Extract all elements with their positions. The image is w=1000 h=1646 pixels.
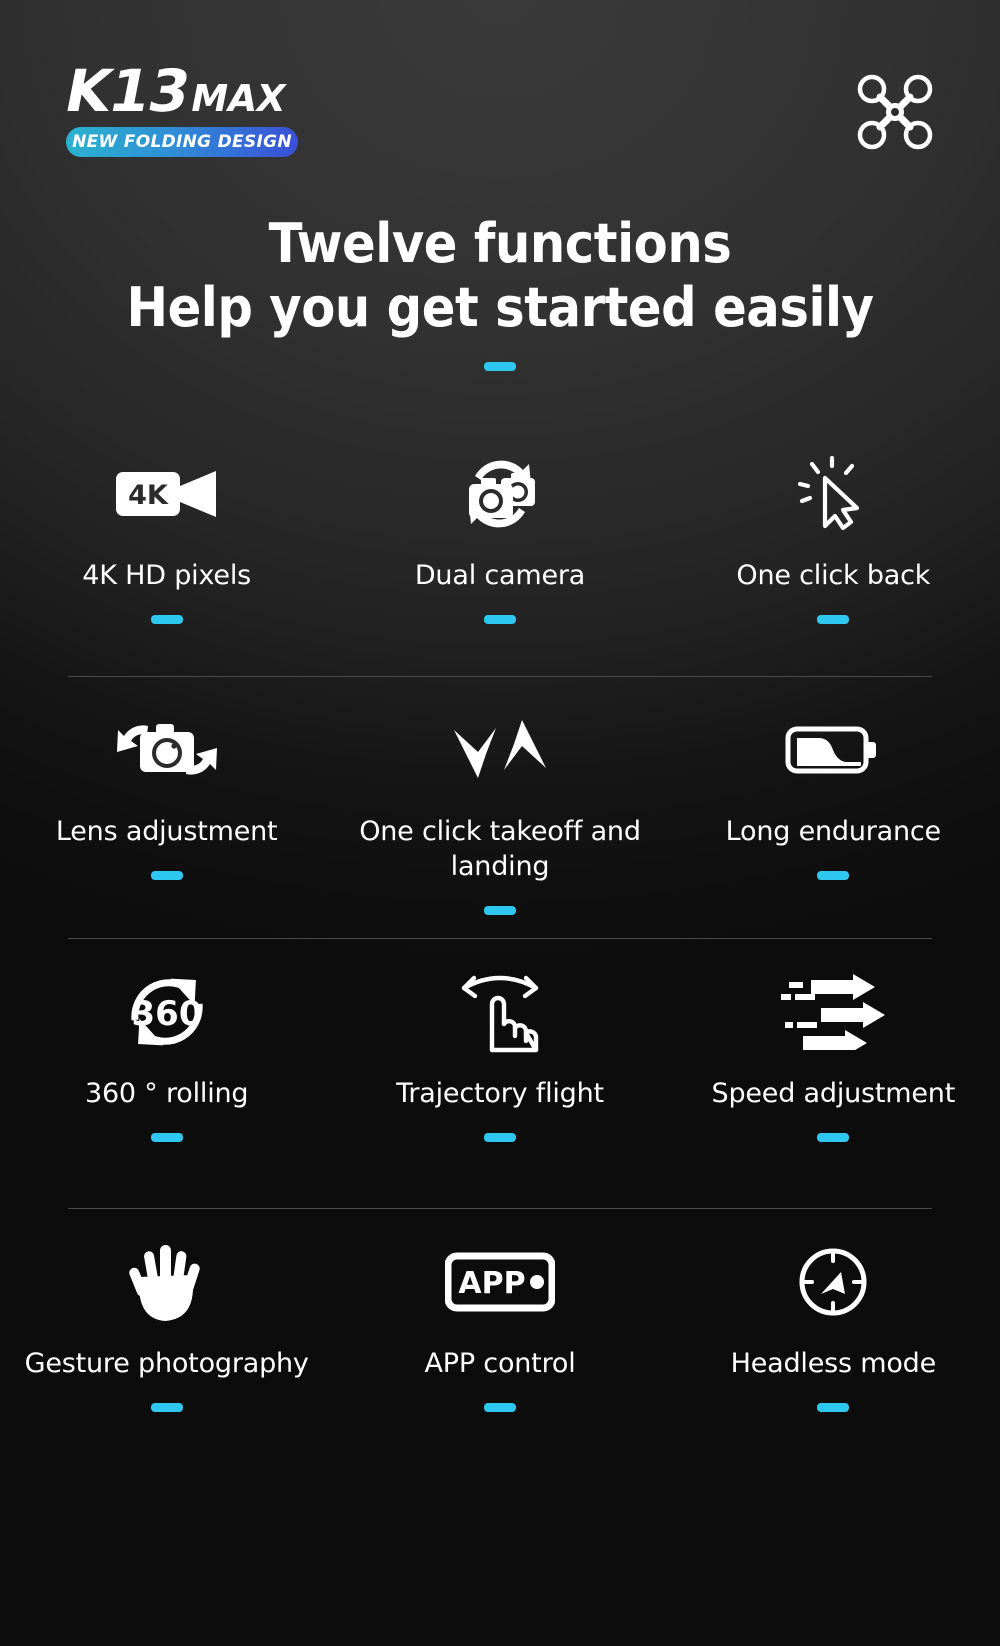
feature-label: APP control xyxy=(424,1348,576,1379)
click-cursor-icon xyxy=(798,446,868,542)
swipe-hand-icon xyxy=(448,964,552,1060)
feature-accent-dash xyxy=(483,906,516,915)
title-line-1: Twelve functions xyxy=(268,212,732,275)
takeoff-landing-arrows-icon xyxy=(448,702,552,798)
feature-cell-dual-camera[interactable]: Dual camera xyxy=(333,420,666,676)
feature-label: Headless mode xyxy=(730,1348,937,1379)
feature-grid: 4K 4K HD pixels Dual camera One click ba… xyxy=(0,420,1000,1466)
feature-cell-long-endurance[interactable]: Long endurance xyxy=(667,676,1000,938)
feature-cell-4k-hd-pixels[interactable]: 4K 4K HD pixels xyxy=(0,420,333,676)
feature-cell-one-click-back[interactable]: One click back xyxy=(667,420,1000,676)
open-hand-icon xyxy=(128,1234,205,1330)
video-4k-icon: 4K xyxy=(115,446,219,542)
feature-accent-dash xyxy=(817,1133,850,1142)
feature-label: Long endurance xyxy=(725,816,942,847)
feature-cell-headless-mode[interactable]: Headless mode xyxy=(667,1208,1000,1466)
feature-row: Gesture photography APP APP control Head… xyxy=(0,1208,1000,1466)
feature-label: Gesture photography xyxy=(24,1348,309,1379)
feature-cell-trajectory-flight[interactable]: Trajectory flight xyxy=(333,938,666,1208)
svg-text:4K: 4K xyxy=(128,480,169,511)
feature-cell-gesture-photography[interactable]: Gesture photography xyxy=(0,1208,333,1466)
rotate-360-icon: 360 xyxy=(115,964,219,1060)
feature-label: Trajectory flight xyxy=(396,1078,604,1109)
logo-suffix-text: MAX xyxy=(187,77,290,120)
feature-accent-dash xyxy=(817,615,850,624)
feature-cell-lens-adjustment[interactable]: Lens adjustment xyxy=(0,676,333,938)
app-tablet-icon: APP xyxy=(444,1234,555,1330)
feature-label: Speed adjustment xyxy=(711,1078,956,1109)
feature-accent-dash xyxy=(150,1403,183,1412)
drone-icon xyxy=(855,72,935,152)
feature-cell-360-rolling[interactable]: 360 360 ° rolling xyxy=(0,938,333,1208)
feature-row: 360 360 ° rolling Trajectory flight Spee… xyxy=(0,938,1000,1208)
feature-label: 4K HD pixels xyxy=(82,560,252,591)
feature-label: Lens adjustment xyxy=(55,816,278,847)
feature-accent-dash xyxy=(150,871,183,880)
app-tablet-icon-text: APP xyxy=(458,1266,525,1301)
feature-accent-dash xyxy=(483,615,516,624)
rotate-360-icon-text: 360 xyxy=(131,994,202,1034)
feature-label: One click back xyxy=(736,560,931,591)
logo-model-text: K13 xyxy=(59,57,196,125)
title-line-2: Help you get started easily xyxy=(126,276,874,339)
badge-label: NEW FOLDING DESIGN xyxy=(72,132,292,152)
camera-rotate-icon xyxy=(114,702,220,798)
compass-icon xyxy=(797,1234,869,1330)
page-title: Twelve functions Help you get started ea… xyxy=(0,212,1000,371)
page-header: K13 MAX NEW FOLDING DESIGN xyxy=(0,0,1000,190)
product-logo: K13 MAX NEW FOLDING DESIGN xyxy=(59,57,298,157)
feature-label: Dual camera xyxy=(414,560,586,591)
feature-cell-app-control[interactable]: APP APP control xyxy=(333,1208,666,1466)
title-accent-dash xyxy=(484,362,516,371)
speed-lines-icon xyxy=(781,964,886,1060)
feature-accent-dash xyxy=(483,1133,516,1142)
feature-accent-dash xyxy=(150,615,183,624)
feature-label: One click takeoff and landing xyxy=(359,816,641,882)
new-folding-design-badge: NEW FOLDING DESIGN xyxy=(66,127,298,157)
feature-accent-dash xyxy=(817,871,850,880)
battery-icon xyxy=(785,702,881,798)
dual-camera-icon xyxy=(457,446,543,542)
feature-cell-speed-adjustment[interactable]: Speed adjustment xyxy=(667,938,1000,1208)
feature-row: 4K 4K HD pixels Dual camera One click ba… xyxy=(0,420,1000,676)
feature-accent-dash xyxy=(817,1403,850,1412)
feature-label: 360 ° rolling xyxy=(84,1078,249,1109)
feature-accent-dash xyxy=(483,1403,516,1412)
logo-text-row: K13 MAX xyxy=(59,57,303,125)
feature-cell-one-click-takeoff-and-landing[interactable]: One click takeoff and landing xyxy=(333,676,666,938)
feature-accent-dash xyxy=(150,1133,183,1142)
feature-row: Lens adjustment One click takeoff and la… xyxy=(0,676,1000,938)
